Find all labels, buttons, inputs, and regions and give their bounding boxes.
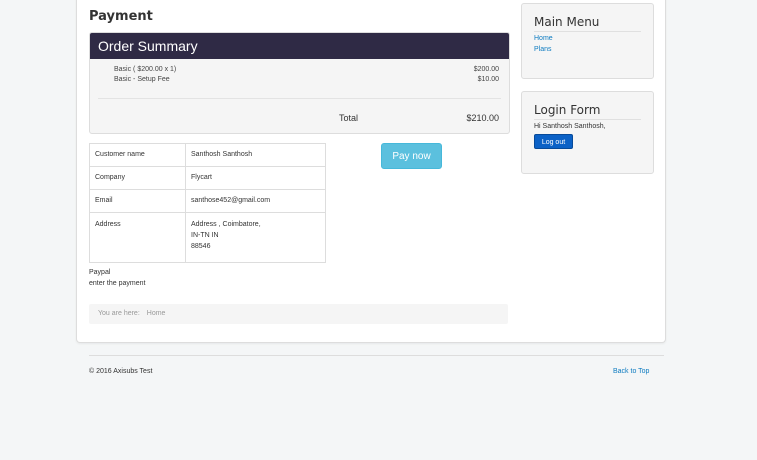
breadcrumb: You are here: Home xyxy=(89,304,508,324)
order-item-label: Basic ( $200.00 x 1) xyxy=(114,66,177,73)
customer-details-table: Customer name Santhosh Santhosh Company … xyxy=(89,143,326,263)
order-summary-panel: Order Summary Basic ( $200.00 x 1) $200.… xyxy=(89,32,510,134)
login-greeting: Hi Santhosh Santhosh, xyxy=(534,123,606,130)
page-title: Payment xyxy=(89,9,153,24)
menu-item-home[interactable]: Home xyxy=(534,35,553,42)
address-value: Address , Coimbatore, IN-TN IN 88546 xyxy=(185,212,326,263)
table-row: Customer name Santhosh Santhosh xyxy=(89,143,326,167)
divider xyxy=(534,31,641,32)
order-summary-heading: Order Summary xyxy=(90,33,509,59)
main-menu-panel: Main Menu Home Plans xyxy=(521,3,654,79)
email-value: santhose452@gmail.com xyxy=(185,189,326,213)
customer-name-key: Customer name xyxy=(89,143,186,167)
order-item-amount: $200.00 xyxy=(473,66,499,73)
copyright: © 2016 Axisubs Test xyxy=(89,368,153,375)
logout-button[interactable]: Log out xyxy=(534,134,573,149)
company-key: Company xyxy=(89,166,186,190)
customer-name-value: Santhosh Santhosh xyxy=(185,143,326,167)
footer-divider xyxy=(89,355,664,356)
address-line: Address , Coimbatore, xyxy=(191,221,261,228)
company-value: Flycart xyxy=(185,166,326,190)
address-key: Address xyxy=(89,212,186,263)
payment-method-note: enter the payment xyxy=(89,280,146,287)
divider xyxy=(534,119,641,120)
breadcrumb-label: You are here: xyxy=(98,310,140,317)
order-divider xyxy=(98,98,501,99)
main-menu-title: Main Menu xyxy=(534,15,600,29)
address-line: 88546 xyxy=(191,243,211,250)
total-label: Total xyxy=(339,113,359,123)
table-row: Email santhose452@gmail.com xyxy=(89,189,326,213)
total-amount: $210.00 xyxy=(466,113,499,123)
email-key: Email xyxy=(89,189,186,213)
menu-item-plans[interactable]: Plans xyxy=(534,46,552,53)
payment-method-name: Paypal xyxy=(89,269,111,276)
table-row: Company Flycart xyxy=(89,166,326,190)
back-to-top-link[interactable]: Back to Top xyxy=(613,368,649,375)
breadcrumb-home-link[interactable]: Home xyxy=(147,310,166,317)
table-row: Address Address , Coimbatore, IN-TN IN 8… xyxy=(89,212,326,263)
payment-method: Paypal enter the payment xyxy=(89,267,145,289)
login-form-title: Login Form xyxy=(534,103,601,117)
order-item-label: Basic - Setup Fee xyxy=(114,76,170,83)
login-form-panel: Login Form Hi Santhosh Santhosh, Log out xyxy=(521,91,654,174)
address-line: IN-TN IN xyxy=(191,232,219,239)
pay-now-button[interactable]: Pay now xyxy=(381,143,442,169)
order-item-amount: $10.00 xyxy=(477,76,499,83)
